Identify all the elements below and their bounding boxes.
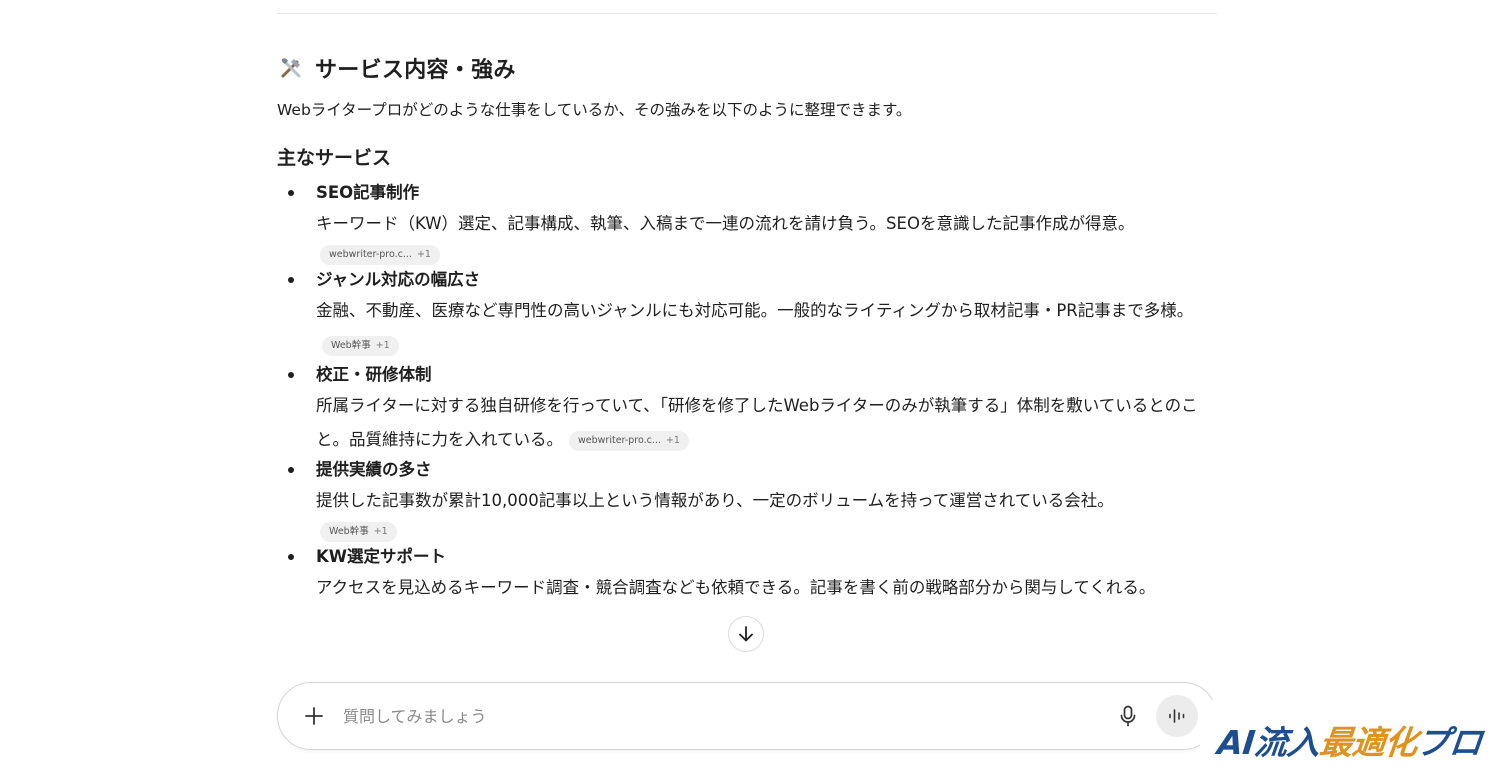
bullet: [288, 467, 294, 473]
service-description: アクセスを見込めるキーワード調査・競合調査なども依頼できる。記事を書く前の戦略部…: [316, 578, 1156, 597]
services-list: SEO記事制作 キーワード（KW）選定、記事構成、執筆、入稿まで一連の流れを請け…: [277, 180, 1217, 605]
divider: [277, 13, 1217, 14]
bullet: [288, 277, 294, 283]
voice-waveform-icon: [1169, 709, 1185, 723]
bullet: [288, 554, 294, 560]
list-item: KW選定サポート アクセスを見込めるキーワード調査・競合調査なども依頼できる。記…: [277, 544, 1217, 605]
service-title: 提供実績の多さ: [316, 460, 432, 479]
source-chip-label: webwriter-pro.c...: [329, 249, 412, 260]
watermark-part1: AI流入: [1215, 723, 1322, 762]
list-item: ジャンル対応の幅広さ 金融、不動産、医療など専門性の高いジャンルにも対応可能。一…: [277, 267, 1217, 362]
service-description: キーワード（KW）選定、記事構成、執筆、入稿まで一連の流れを請け負う。SEOを意…: [316, 214, 1135, 233]
service-title: 校正・研修体制: [316, 365, 432, 384]
source-chip-label: webwriter-pro.c...: [578, 435, 661, 446]
chat-page: サービス内容・強み Webライタープロがどのような仕事をしているか、その強みを以…: [0, 0, 1500, 780]
prompt-input[interactable]: [343, 706, 1112, 726]
source-chip-count: +1: [375, 340, 390, 351]
prompt-composer: [277, 682, 1217, 750]
service-description: 所属ライターに対する独自研修を行っていて、「研修を修了したWebライターのみが執…: [316, 389, 1217, 457]
list-item: SEO記事制作 キーワード（KW）選定、記事構成、執筆、入稿まで一連の流れを請け…: [277, 180, 1217, 267]
list-item: 提供実績の多さ 提供した記事数が累計10,000記事以上という情報があり、一定の…: [277, 457, 1217, 544]
microphone-button[interactable]: [1112, 700, 1144, 732]
services-heading: 主なサービス: [277, 147, 392, 169]
disclaimer-text: [277, 758, 1217, 780]
service-title: ジャンル対応の幅広さ: [316, 270, 481, 289]
bullet: [288, 372, 294, 378]
watermark-logo: AI流入 最適化 プロ: [1200, 700, 1500, 780]
source-chip[interactable]: Web幹事 +1: [320, 522, 397, 542]
plus-icon: [305, 707, 323, 725]
watermark-part2: 最適化: [1317, 723, 1419, 762]
source-chip-count: +1: [416, 249, 431, 260]
service-description-text: 金融、不動産、医療など専門性の高いジャンルにも対応可能。一般的なライティングから…: [316, 301, 1194, 320]
scroll-to-bottom-button[interactable]: [728, 616, 764, 652]
response-content: サービス内容・強み Webライタープロがどのような仕事をしているか、その強みを以…: [277, 52, 1217, 605]
section-title: サービス内容・強み: [315, 58, 516, 83]
watermark-part3: プロ: [1414, 723, 1484, 762]
source-chip[interactable]: webwriter-pro.c... +1: [569, 431, 689, 451]
bullet: [288, 190, 294, 196]
service-description: 金融、不動産、医療など専門性の高いジャンルにも対応可能。一般的なライティングから…: [316, 294, 1217, 362]
add-attachment-button[interactable]: [302, 704, 326, 728]
arrow-down-icon: [739, 626, 753, 642]
source-chip-label: Web幹事: [331, 340, 371, 351]
intro-text: Webライタープロがどのような仕事をしているか、その強みを以下のように整理できま…: [277, 101, 912, 119]
source-chip-count: +1: [665, 435, 680, 446]
list-item: 校正・研修体制 所属ライターに対する独自研修を行っていて、「研修を修了したWeb…: [277, 362, 1217, 457]
microphone-icon: [1120, 705, 1136, 727]
tools-icon: [281, 58, 301, 78]
voice-mode-button[interactable]: [1156, 695, 1198, 737]
service-title: KW選定サポート: [316, 547, 446, 566]
service-description-text: 所属ライターに対する独自研修を行っていて、「研修を修了したWebライターのみが執…: [316, 396, 1198, 449]
service-title: SEO記事制作: [316, 183, 420, 202]
section-heading: サービス内容・強み: [277, 52, 1217, 84]
source-chip-label: Web幹事: [329, 526, 369, 537]
source-chip-count: +1: [373, 526, 388, 537]
source-chip[interactable]: Web幹事 +1: [322, 336, 399, 356]
service-description: 提供した記事数が累計10,000記事以上という情報があり、一定のボリュームを持っ…: [316, 491, 1114, 510]
source-chip[interactable]: webwriter-pro.c... +1: [320, 245, 440, 265]
